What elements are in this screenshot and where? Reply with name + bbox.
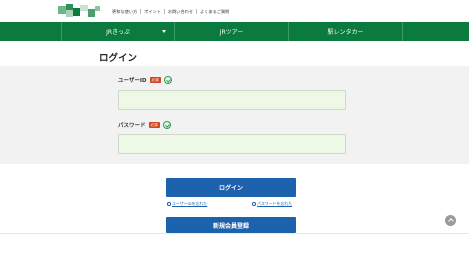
nav-item-label: 駅レンタカー (327, 29, 364, 36)
utility-link-points[interactable]: ポイント (140, 9, 164, 14)
forgot-password-label: パスワードを忘れた (257, 201, 293, 206)
login-form: ユーザーID 必須 パスワード 必須 (0, 66, 469, 164)
user-id-label: ユーザーID (118, 78, 147, 84)
nav-item-label: JRきっぷ (106, 29, 130, 36)
login-button[interactable]: ログイン (166, 178, 296, 197)
forgot-id-link[interactable]: ユーザーIDを忘れた (167, 201, 207, 207)
user-id-input[interactable] (118, 90, 346, 110)
utility-link-faq[interactable]: よくあるご質問 (196, 9, 232, 14)
password-label: パスワード (118, 123, 146, 129)
password-input[interactable] (118, 134, 346, 154)
check-circle-icon (162, 121, 171, 129)
forgot-password-link[interactable]: パスワードを忘れた (252, 201, 292, 207)
nav-item-jr-tour[interactable]: JRツアー (175, 22, 289, 41)
nav-item-jr-tickets[interactable]: JRきっぷ (61, 22, 175, 41)
link-arrow-icon (252, 202, 256, 206)
page-title: ログイン (99, 53, 138, 64)
help-links: ユーザーIDを忘れた パスワードを忘れた (166, 201, 296, 207)
utility-link-contact[interactable]: お問い合わせ (163, 9, 196, 14)
check-circle-icon (163, 76, 172, 84)
chevron-down-icon (162, 30, 166, 33)
header: 更和な使い方 ポイント お問い合わせ よくあるご質問 (0, 0, 469, 22)
required-badge: 必須 (148, 122, 160, 128)
divider (0, 233, 469, 234)
required-badge: 必須 (149, 77, 161, 83)
register-button[interactable]: 新規会員登録 (166, 217, 296, 233)
password-label-row: パスワード 必須 (118, 121, 171, 129)
nav-item-label: JRツアー (219, 29, 244, 36)
main-nav: JRきっぷ JRツアー 駅レンタカー (0, 22, 469, 41)
utility-link-guide[interactable]: 更和な使い方 (112, 9, 140, 14)
utility-links: 更和な使い方 ポイント お問い合わせ よくあるご質問 (112, 9, 232, 14)
site-logo[interactable] (58, 4, 100, 18)
user-id-label-row: ユーザーID 必須 (118, 76, 172, 84)
link-arrow-icon (167, 202, 171, 206)
scroll-to-top-icon[interactable] (445, 215, 456, 226)
nav-item-rent-a-car[interactable]: 駅レンタカー (289, 22, 403, 41)
forgot-id-label: ユーザーIDを忘れた (172, 201, 208, 206)
